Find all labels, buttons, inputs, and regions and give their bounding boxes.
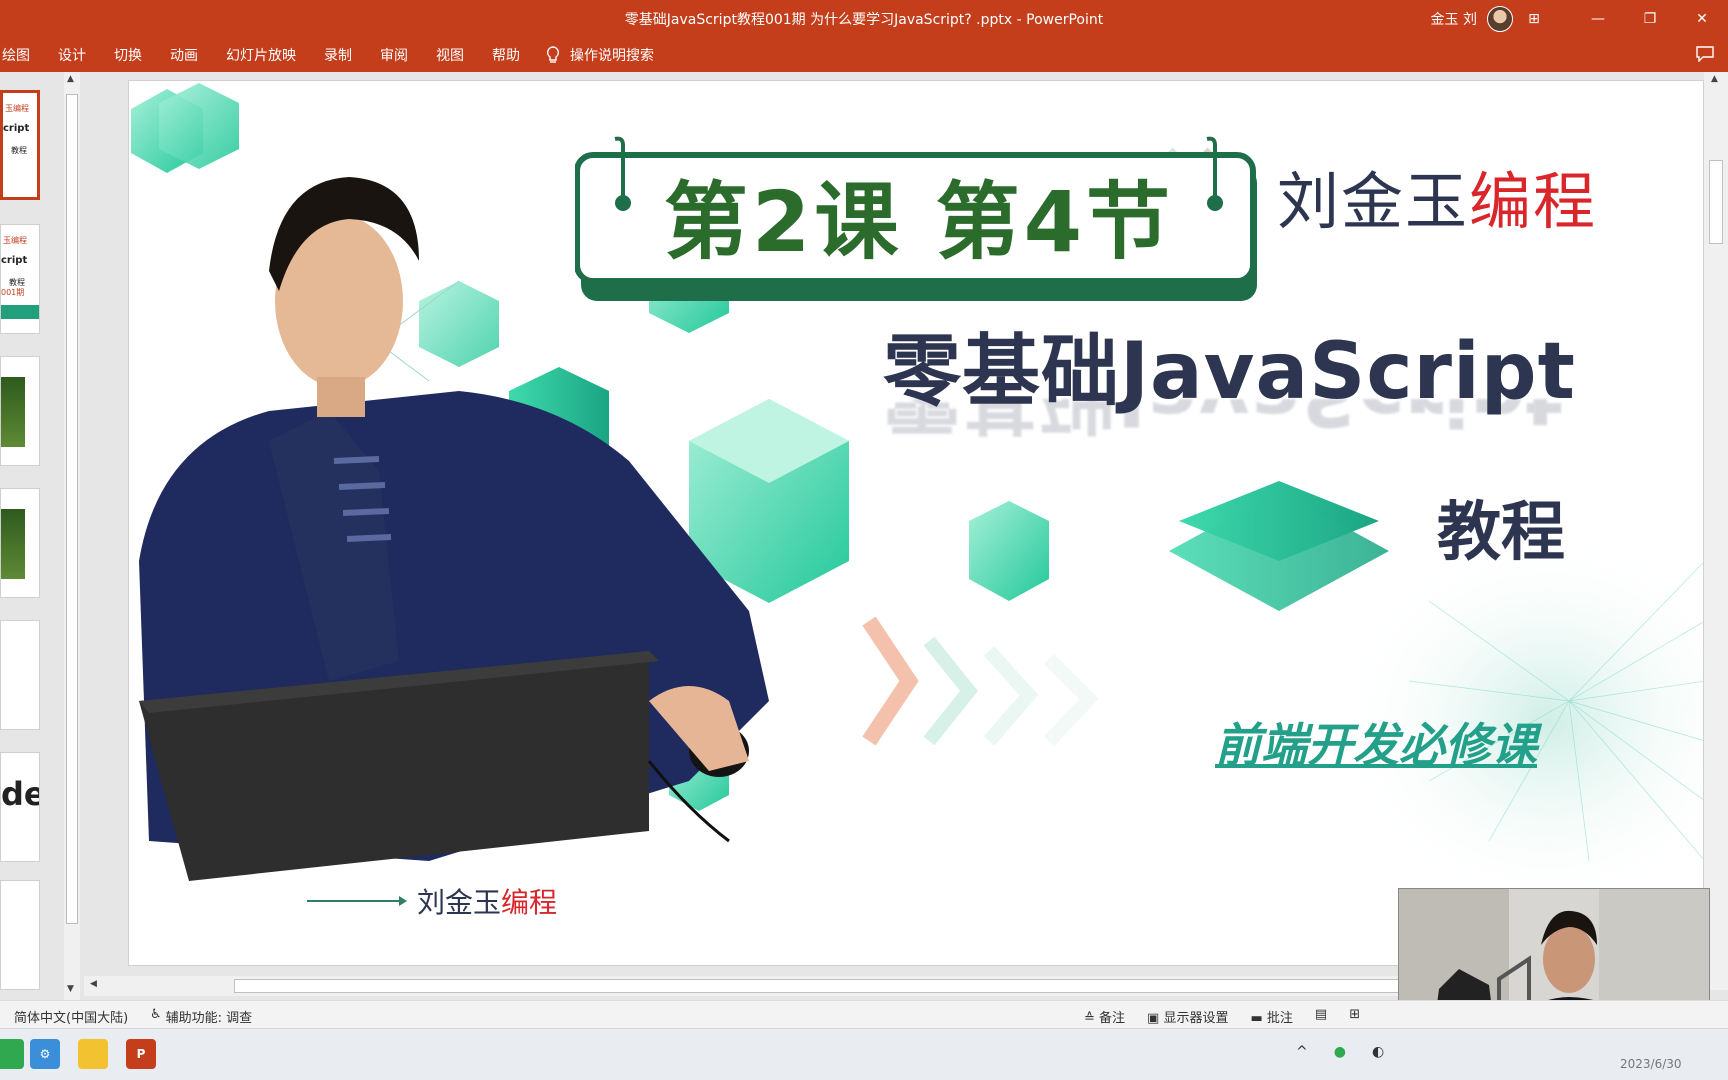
scrollbar-thumb[interactable] bbox=[234, 979, 1400, 993]
brand-name: 刘金玉 bbox=[1277, 165, 1470, 238]
course-link[interactable]: 前端开发必修课 bbox=[1215, 709, 1537, 775]
thumbnail-scrollbar[interactable]: ▲ ▼ bbox=[64, 72, 80, 1000]
ribbon-tabs: 绘图 设计 切换 动画 幻灯片放映 录制 审阅 视图 帮助 操作说明搜索 bbox=[0, 38, 1728, 72]
scroll-down-arrow-icon[interactable]: ▼ bbox=[67, 984, 74, 994]
ribbon-display-options-button[interactable]: ⊞ bbox=[1510, 0, 1558, 38]
thumb-text: de bbox=[1, 775, 39, 813]
thumb-text: cript bbox=[1, 255, 28, 266]
minimize-button[interactable]: — bbox=[1572, 0, 1624, 38]
tab-draw[interactable]: 绘图 bbox=[0, 45, 44, 65]
thumb-text: 教程 bbox=[11, 146, 27, 155]
scroll-up-arrow-icon[interactable]: ▲ bbox=[1711, 74, 1718, 84]
security-icon[interactable]: ● bbox=[1334, 1044, 1346, 1060]
control-panel-icon[interactable]: ⚙ bbox=[30, 1039, 60, 1069]
tab-transitions[interactable]: 切换 bbox=[100, 45, 156, 65]
scrollbar-thumb[interactable] bbox=[1709, 160, 1723, 244]
accessibility-label: 辅助功能: 调查 bbox=[165, 1011, 253, 1026]
slide-canvas[interactable]: 第2课 第4节 刘金玉编程 零基础JavaScript 零基础JavaScrip… bbox=[128, 80, 1704, 966]
lightbulb-icon bbox=[546, 46, 560, 63]
slide-thumbnail[interactable] bbox=[0, 356, 40, 466]
qq-icon[interactable]: ◐ bbox=[1372, 1044, 1384, 1060]
close-button[interactable]: ✕ bbox=[1676, 0, 1728, 38]
window-controls: — ❐ ✕ bbox=[1572, 0, 1728, 38]
accessibility-icon: ♿ bbox=[150, 1007, 162, 1022]
headline-reflection: 零基础JavaScript bbox=[883, 399, 1563, 459]
restore-button[interactable]: ❐ bbox=[1624, 0, 1676, 38]
tab-slideshow[interactable]: 幻灯片放映 bbox=[212, 45, 310, 65]
language-indicator[interactable]: 简体中文(中国大陆) bbox=[14, 1007, 128, 1026]
status-bar: 简体中文(中国大陆) ♿ 辅助功能: 调查 ≙ 备注 ▣ 显示器设置 ▬ 批注 … bbox=[0, 1000, 1728, 1028]
user-account[interactable]: 金玉 刘 bbox=[1431, 6, 1513, 32]
powerpoint-icon[interactable]: P bbox=[126, 1039, 156, 1069]
slide-thumbnail[interactable]: 玉编程 cript 教程 001期 bbox=[0, 224, 40, 334]
comments-button[interactable]: ▬ 批注 bbox=[1250, 1007, 1292, 1026]
tab-help[interactable]: 帮助 bbox=[478, 45, 534, 65]
status-right-group: ≙ 备注 ▣ 显示器设置 ▬ 批注 ▤ ⊞ bbox=[1084, 1007, 1360, 1026]
tab-design[interactable]: 设计 bbox=[44, 45, 100, 65]
slide-horizontal-scrollbar[interactable]: ◀ bbox=[84, 976, 1400, 996]
brand-header: 刘金玉编程 bbox=[1277, 151, 1597, 241]
file-explorer-icon[interactable] bbox=[78, 1039, 108, 1069]
user-name: 金玉 刘 bbox=[1430, 12, 1477, 28]
notes-label: 备注 bbox=[1099, 1011, 1126, 1026]
accessibility-checker[interactable]: ♿ 辅助功能: 调查 bbox=[150, 1007, 252, 1026]
scrollbar-thumb[interactable] bbox=[66, 94, 78, 924]
brand-accent: 编程 bbox=[1469, 165, 1598, 238]
thumb-image bbox=[1, 377, 25, 447]
slide-sorter-icon[interactable]: ⊞ bbox=[1349, 1007, 1360, 1026]
thumb-band bbox=[1, 305, 39, 319]
tab-review[interactable]: 审阅 bbox=[366, 45, 422, 65]
slide-thumbnail[interactable] bbox=[0, 620, 40, 730]
display-settings-label: 显示器设置 bbox=[1163, 1011, 1229, 1026]
thumb-text: 001期 bbox=[1, 288, 25, 297]
clock[interactable]: 2023/6/30 bbox=[1620, 1057, 1682, 1071]
thumb-image bbox=[1, 509, 25, 579]
thumb-text: 玉编程 bbox=[3, 236, 27, 245]
notes-button[interactable]: ≙ 备注 bbox=[1084, 1007, 1125, 1026]
system-tray: ^ ● ◐ bbox=[1296, 1044, 1384, 1060]
title-bar: 零基础JavaScript教程001期 为什么要学习JavaScript? .p… bbox=[0, 0, 1728, 38]
tell-me-label: 操作说明搜索 bbox=[570, 48, 654, 64]
scroll-left-arrow-icon[interactable]: ◀ bbox=[90, 979, 97, 989]
slide-thumbnail[interactable]: 玉编程 cript 教程 bbox=[0, 90, 40, 200]
thumb-text: cript bbox=[3, 123, 30, 134]
slide-subtitle: 教程 bbox=[1437, 496, 1565, 570]
normal-view-icon[interactable]: ▤ bbox=[1315, 1007, 1327, 1026]
slide-thumbnail[interactable] bbox=[0, 488, 40, 598]
display-settings-button[interactable]: ▣ 显示器设置 bbox=[1147, 1007, 1228, 1026]
scroll-up-arrow-icon[interactable]: ▲ bbox=[67, 74, 74, 84]
comments-icon[interactable] bbox=[1696, 46, 1714, 62]
taskbar: ⚙ P ^ ● ◐ 2023/6/30 bbox=[0, 1028, 1728, 1080]
slide-thumbnail[interactable]: de bbox=[0, 752, 40, 862]
comments-label: 批注 bbox=[1266, 1011, 1293, 1026]
thumb-text: 玉编程 bbox=[5, 104, 29, 113]
tell-me-search[interactable]: 操作说明搜索 bbox=[546, 45, 654, 65]
slide-vertical-scrollbar[interactable]: ▲ bbox=[1704, 72, 1728, 990]
tray-chevron-icon[interactable]: ^ bbox=[1296, 1044, 1308, 1060]
slide-thumbnail[interactable] bbox=[0, 880, 40, 990]
app-icon[interactable] bbox=[0, 1039, 24, 1069]
presenter-image bbox=[139, 177, 769, 881]
tab-animations[interactable]: 动画 bbox=[156, 45, 212, 65]
tab-record[interactable]: 录制 bbox=[310, 45, 366, 65]
tab-view[interactable]: 视图 bbox=[422, 45, 478, 65]
